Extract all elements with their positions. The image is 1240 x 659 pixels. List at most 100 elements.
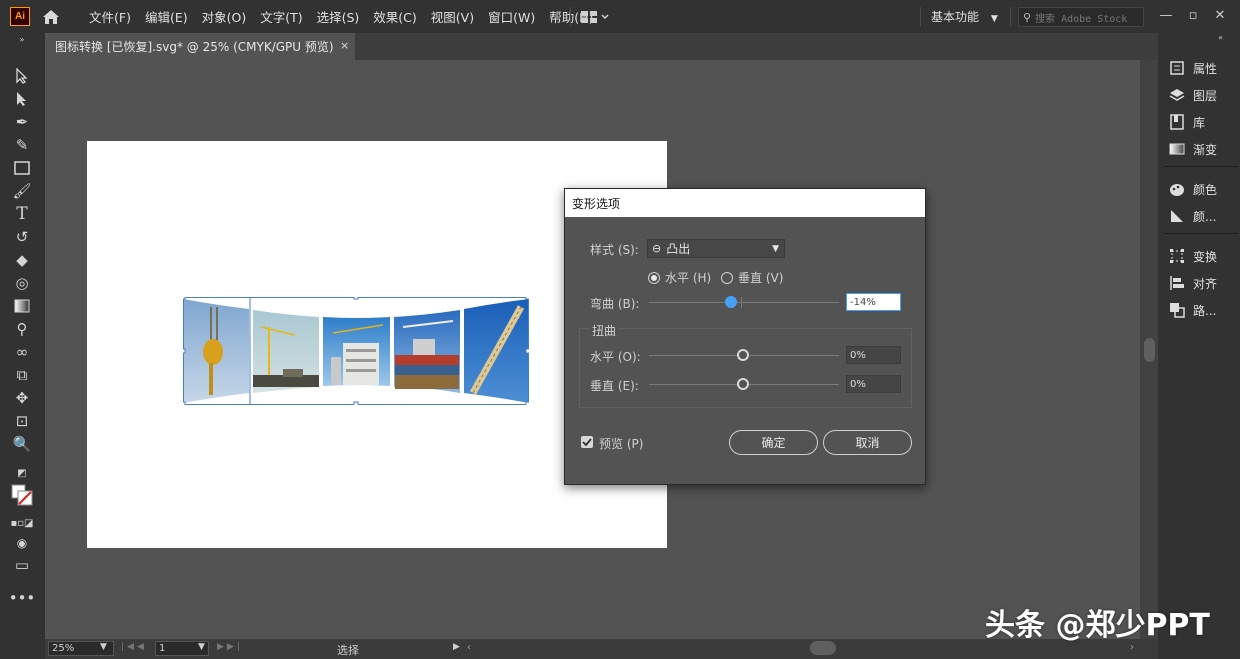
eraser-tool-icon[interactable]: ◆ bbox=[11, 250, 33, 270]
radio-horizontal[interactable] bbox=[648, 271, 660, 284]
horizontal-scroll-thumb[interactable] bbox=[810, 641, 836, 655]
menu-list: 文件(F) 编辑(E) 对象(O) 文字(T) 选择(S) 效果(C) 视图(V… bbox=[82, 0, 600, 33]
radio-vertical[interactable] bbox=[721, 271, 733, 284]
fill-stroke-icon[interactable] bbox=[11, 484, 33, 506]
type-tool-icon[interactable]: T bbox=[11, 204, 33, 224]
workspace-label: 基本功能 bbox=[931, 10, 980, 24]
orientation-horizontal-radio[interactable]: 水平 (H) bbox=[648, 269, 711, 286]
menu-edit[interactable]: 编辑(E) bbox=[138, 7, 195, 26]
chevron-down-icon[interactable]: ▼ bbox=[100, 642, 107, 652]
cancel-button[interactable]: 取消 bbox=[823, 430, 912, 455]
menu-window[interactable]: 窗口(W) bbox=[481, 7, 542, 26]
panel-align[interactable]: 对齐 bbox=[1168, 272, 1238, 294]
panel-pathfinder-label: 路... bbox=[1193, 303, 1217, 318]
draw-mode-icon[interactable]: ◉ bbox=[11, 533, 33, 553]
minimize-icon[interactable]: — bbox=[1155, 4, 1177, 26]
bend-slider-track[interactable] bbox=[649, 302, 839, 303]
bend-slider-center-tick bbox=[741, 297, 742, 308]
distortion-vertical-label: 垂直 (E): bbox=[590, 379, 639, 393]
menu-type[interactable]: 文字(T) bbox=[253, 7, 309, 26]
home-icon[interactable] bbox=[41, 7, 61, 27]
gradient-tool-icon[interactable] bbox=[11, 296, 33, 316]
orientation-vertical-radio[interactable]: 垂直 (V) bbox=[721, 269, 783, 286]
panel-color[interactable]: 颜色 bbox=[1168, 178, 1238, 200]
panel-pathfinder[interactable]: 路... bbox=[1168, 299, 1238, 321]
ok-button[interactable]: 确定 bbox=[729, 430, 818, 455]
vertical-scroll-thumb[interactable] bbox=[1144, 338, 1155, 362]
warped-photo-strip[interactable] bbox=[183, 297, 529, 405]
libraries-icon bbox=[1168, 114, 1185, 131]
artboard-tool-icon[interactable]: ⊡ bbox=[11, 411, 33, 431]
style-label: 样式 (S): bbox=[590, 243, 639, 257]
menu-effect[interactable]: 效果(C) bbox=[366, 7, 423, 26]
panel-color-label: 颜色 bbox=[1193, 182, 1218, 197]
close-tab-icon[interactable]: × bbox=[340, 39, 349, 52]
menu-select[interactable]: 选择(S) bbox=[310, 7, 367, 26]
preview-checkbox[interactable] bbox=[581, 436, 593, 448]
selection-tool-icon[interactable] bbox=[11, 66, 33, 86]
artboard-next-icon[interactable]: ▶▶| bbox=[217, 642, 243, 652]
panel-align-label: 对齐 bbox=[1193, 276, 1218, 291]
bend-value-field[interactable]: -14% bbox=[846, 293, 901, 311]
panel-transform-label: 变换 bbox=[1193, 249, 1218, 264]
puppet-warp-tool-icon[interactable]: ✥ bbox=[11, 388, 33, 408]
eyedropper-tool-icon[interactable]: ⚲ bbox=[11, 319, 33, 339]
menu-divider bbox=[570, 7, 571, 26]
distortion-horizontal-thumb[interactable] bbox=[737, 349, 749, 361]
chevron-down-icon[interactable]: ▼ bbox=[198, 642, 205, 652]
collapse-panel-icon[interactable]: » bbox=[11, 33, 33, 45]
status-menu-arrow-icon[interactable]: ▶ bbox=[453, 642, 460, 652]
zoom-tool-icon[interactable]: 🔍 bbox=[11, 434, 33, 454]
default-colors-icon[interactable]: ◩ bbox=[11, 463, 33, 483]
panel-libraries-label: 库 bbox=[1193, 115, 1206, 130]
more-tools-icon[interactable]: ••• bbox=[9, 588, 36, 608]
rectangle-tool-icon[interactable] bbox=[11, 158, 33, 178]
curvature-tool-icon[interactable]: ✎ bbox=[11, 135, 33, 155]
direct-selection-tool-icon[interactable] bbox=[11, 89, 33, 109]
vertical-label: 垂直 (V) bbox=[738, 271, 784, 285]
panel-properties[interactable]: 属性 bbox=[1168, 57, 1238, 79]
vertical-scrollbar[interactable] bbox=[1140, 60, 1158, 640]
scroll-left-icon[interactable]: ‹ bbox=[467, 642, 471, 653]
horizontal-label: 水平 (H) bbox=[665, 271, 712, 285]
style-dropdown[interactable]: ⊖ 凸出 ▼ bbox=[647, 239, 785, 258]
panel-transform[interactable]: 变换 bbox=[1168, 245, 1238, 267]
transform-icon bbox=[1168, 248, 1185, 265]
bend-slider-thumb[interactable] bbox=[724, 296, 737, 308]
stock-search-input[interactable]: ⚲ 搜索 Adobe Stock bbox=[1018, 7, 1144, 27]
blend-tool-icon[interactable]: ∞ bbox=[11, 342, 33, 362]
panel-properties-label: 属性 bbox=[1193, 61, 1218, 76]
panel-libraries[interactable]: 库 bbox=[1168, 111, 1238, 133]
panel-layers[interactable]: 图层 bbox=[1168, 84, 1238, 106]
lasso-tool-icon[interactable]: ◎ bbox=[11, 273, 33, 293]
arrange-documents-icon[interactable] bbox=[580, 10, 610, 24]
panel-color-guide[interactable]: 颜... bbox=[1168, 205, 1238, 227]
screen-mode-icon[interactable]: ▭ bbox=[11, 555, 33, 575]
tools-panel: » ✒ ✎ 🖌 T ↺ ◆ ◎ ⚲ ∞ ⧉ ✥ ⊡ 🔍 ◩ ▪▫◪ ◉ ▭ ••… bbox=[0, 33, 45, 659]
pen-tool-icon[interactable]: ✒ bbox=[11, 112, 33, 132]
workspace-switcher[interactable]: 基本功能 ▼ bbox=[931, 8, 998, 25]
distortion-vertical-field[interactable]: 0% bbox=[846, 375, 901, 393]
menu-bar: Ai 文件(F) 编辑(E) 对象(O) 文字(T) 选择(S) 效果(C) 视… bbox=[0, 0, 1240, 33]
app-logo: Ai bbox=[10, 7, 30, 26]
search-placeholder: 搜索 Adobe Stock bbox=[1035, 13, 1128, 25]
collapse-dock-icon[interactable]: « bbox=[1218, 33, 1223, 42]
menu-file[interactable]: 文件(F) bbox=[82, 7, 138, 26]
shape-builder-tool-icon[interactable]: ⧉ bbox=[11, 365, 33, 385]
menu-object[interactable]: 对象(O) bbox=[195, 7, 254, 26]
panel-gradient[interactable]: 渐变 bbox=[1168, 138, 1238, 160]
distortion-vertical-thumb[interactable] bbox=[737, 378, 749, 390]
distortion-group bbox=[579, 328, 912, 408]
color-guide-icon bbox=[1168, 208, 1185, 225]
close-icon[interactable]: ✕ bbox=[1209, 4, 1231, 26]
artboard-prev-icon[interactable]: |◀◀ bbox=[121, 642, 147, 652]
document-tab[interactable]: 图标转换 [已恢复].svg* @ 25% (CMYK/GPU 预览) × bbox=[45, 33, 355, 60]
panel-divider bbox=[1164, 166, 1238, 167]
distortion-horizontal-field[interactable]: 0% bbox=[846, 346, 901, 364]
current-tool-label: 选择 bbox=[337, 644, 359, 657]
rotate-tool-icon[interactable]: ↺ bbox=[11, 227, 33, 247]
color-mode-icon[interactable]: ▪▫◪ bbox=[11, 513, 34, 533]
maximize-icon[interactable]: ▫ bbox=[1182, 4, 1204, 26]
paintbrush-tool-icon[interactable]: 🖌 bbox=[11, 181, 33, 201]
menu-view[interactable]: 视图(V) bbox=[424, 7, 481, 26]
